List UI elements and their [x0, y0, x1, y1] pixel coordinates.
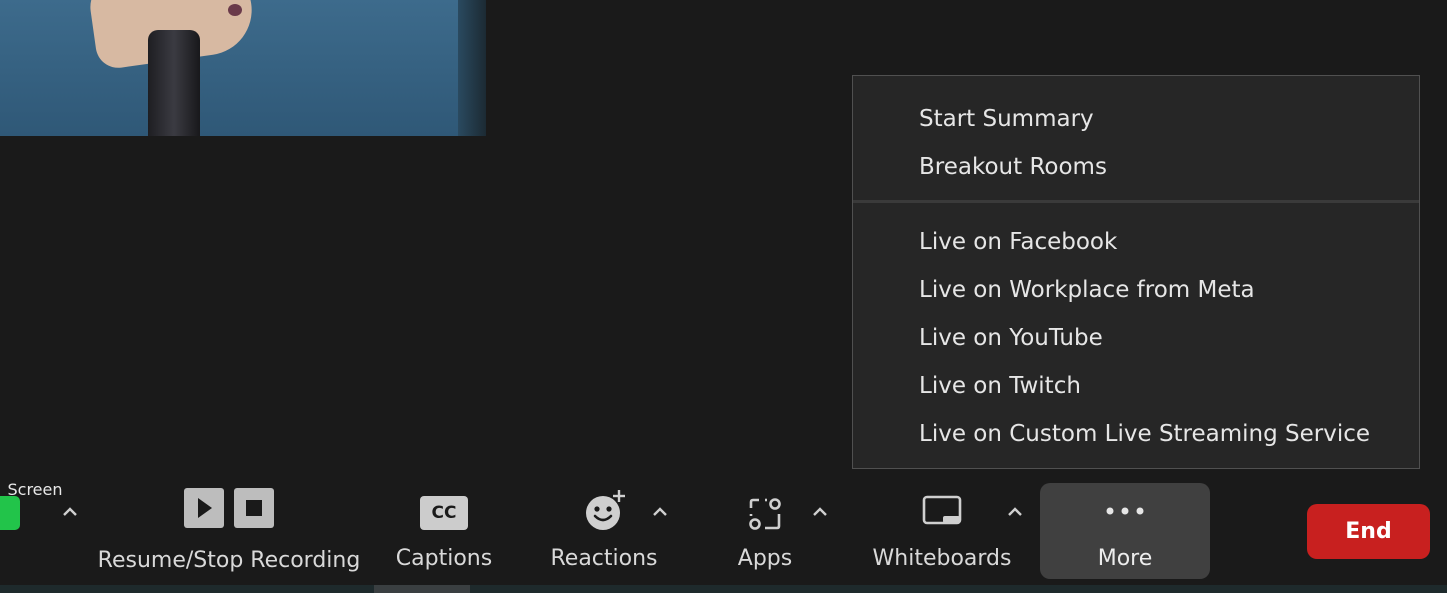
- whiteboard-icon: [921, 494, 963, 534]
- resume-recording-button[interactable]: [184, 488, 224, 528]
- participant-video: [0, 0, 486, 136]
- recording-label: Resume/Stop Recording: [97, 548, 361, 573]
- reactions-label: Reactions: [550, 546, 658, 571]
- stop-recording-button[interactable]: [234, 488, 274, 528]
- more-menu-popup: Start Summary Breakout Rooms Live on Fac…: [852, 75, 1420, 469]
- menu-item-breakout-rooms[interactable]: Breakout Rooms: [853, 143, 1419, 191]
- share-options-caret-icon[interactable]: [60, 502, 80, 522]
- apps-label: Apps: [737, 546, 793, 571]
- captions-icon: CC: [420, 496, 468, 530]
- stop-icon: [246, 500, 262, 516]
- menu-item-live-workplace[interactable]: Live on Workplace from Meta: [853, 266, 1419, 314]
- more-menu-section-general: Start Summary Breakout Rooms: [853, 76, 1419, 200]
- smiley-plus-icon: [583, 488, 629, 538]
- video-content-microphone: [148, 30, 200, 136]
- video-edge: [458, 0, 486, 136]
- menu-item-start-summary[interactable]: Start Summary: [853, 95, 1419, 143]
- play-icon: [198, 498, 212, 518]
- apps-button[interactable]: Apps: [720, 480, 810, 580]
- menu-item-live-youtube[interactable]: Live on YouTube: [853, 314, 1419, 362]
- share-screen-icon: [0, 496, 20, 530]
- menu-item-live-facebook[interactable]: Live on Facebook: [853, 218, 1419, 266]
- end-meeting-button[interactable]: End: [1307, 504, 1430, 559]
- menu-item-live-twitch[interactable]: Live on Twitch: [853, 362, 1419, 410]
- recording-controls: Resume/Stop Recording: [96, 480, 362, 580]
- ellipsis-icon: [1103, 503, 1147, 522]
- apps-icon: [747, 496, 783, 536]
- bottom-scrollbar[interactable]: [0, 585, 1447, 593]
- reactions-options-caret-icon[interactable]: [650, 502, 670, 522]
- more-button[interactable]: More: [1040, 483, 1210, 579]
- meeting-toolbar: Screen Resume/Stop Recording CC Captions: [0, 480, 1447, 585]
- share-screen-button[interactable]: Screen: [0, 480, 70, 580]
- whiteboards-label: Whiteboards: [872, 546, 1012, 571]
- video-content-detail: [228, 4, 242, 16]
- scrollbar-thumb[interactable]: [374, 585, 470, 593]
- whiteboards-options-caret-icon[interactable]: [1005, 502, 1025, 522]
- more-label: More: [1097, 546, 1153, 571]
- cc-icon-text: CC: [420, 496, 468, 530]
- captions-label: Captions: [395, 546, 493, 571]
- whiteboards-button[interactable]: Whiteboards: [866, 480, 1018, 580]
- more-menu-section-live: Live on Facebook Live on Workplace from …: [853, 203, 1419, 458]
- apps-options-caret-icon[interactable]: [810, 502, 830, 522]
- menu-item-live-custom[interactable]: Live on Custom Live Streaming Service: [853, 410, 1419, 458]
- reactions-button[interactable]: Reactions: [540, 480, 668, 580]
- captions-button[interactable]: CC Captions: [386, 480, 502, 580]
